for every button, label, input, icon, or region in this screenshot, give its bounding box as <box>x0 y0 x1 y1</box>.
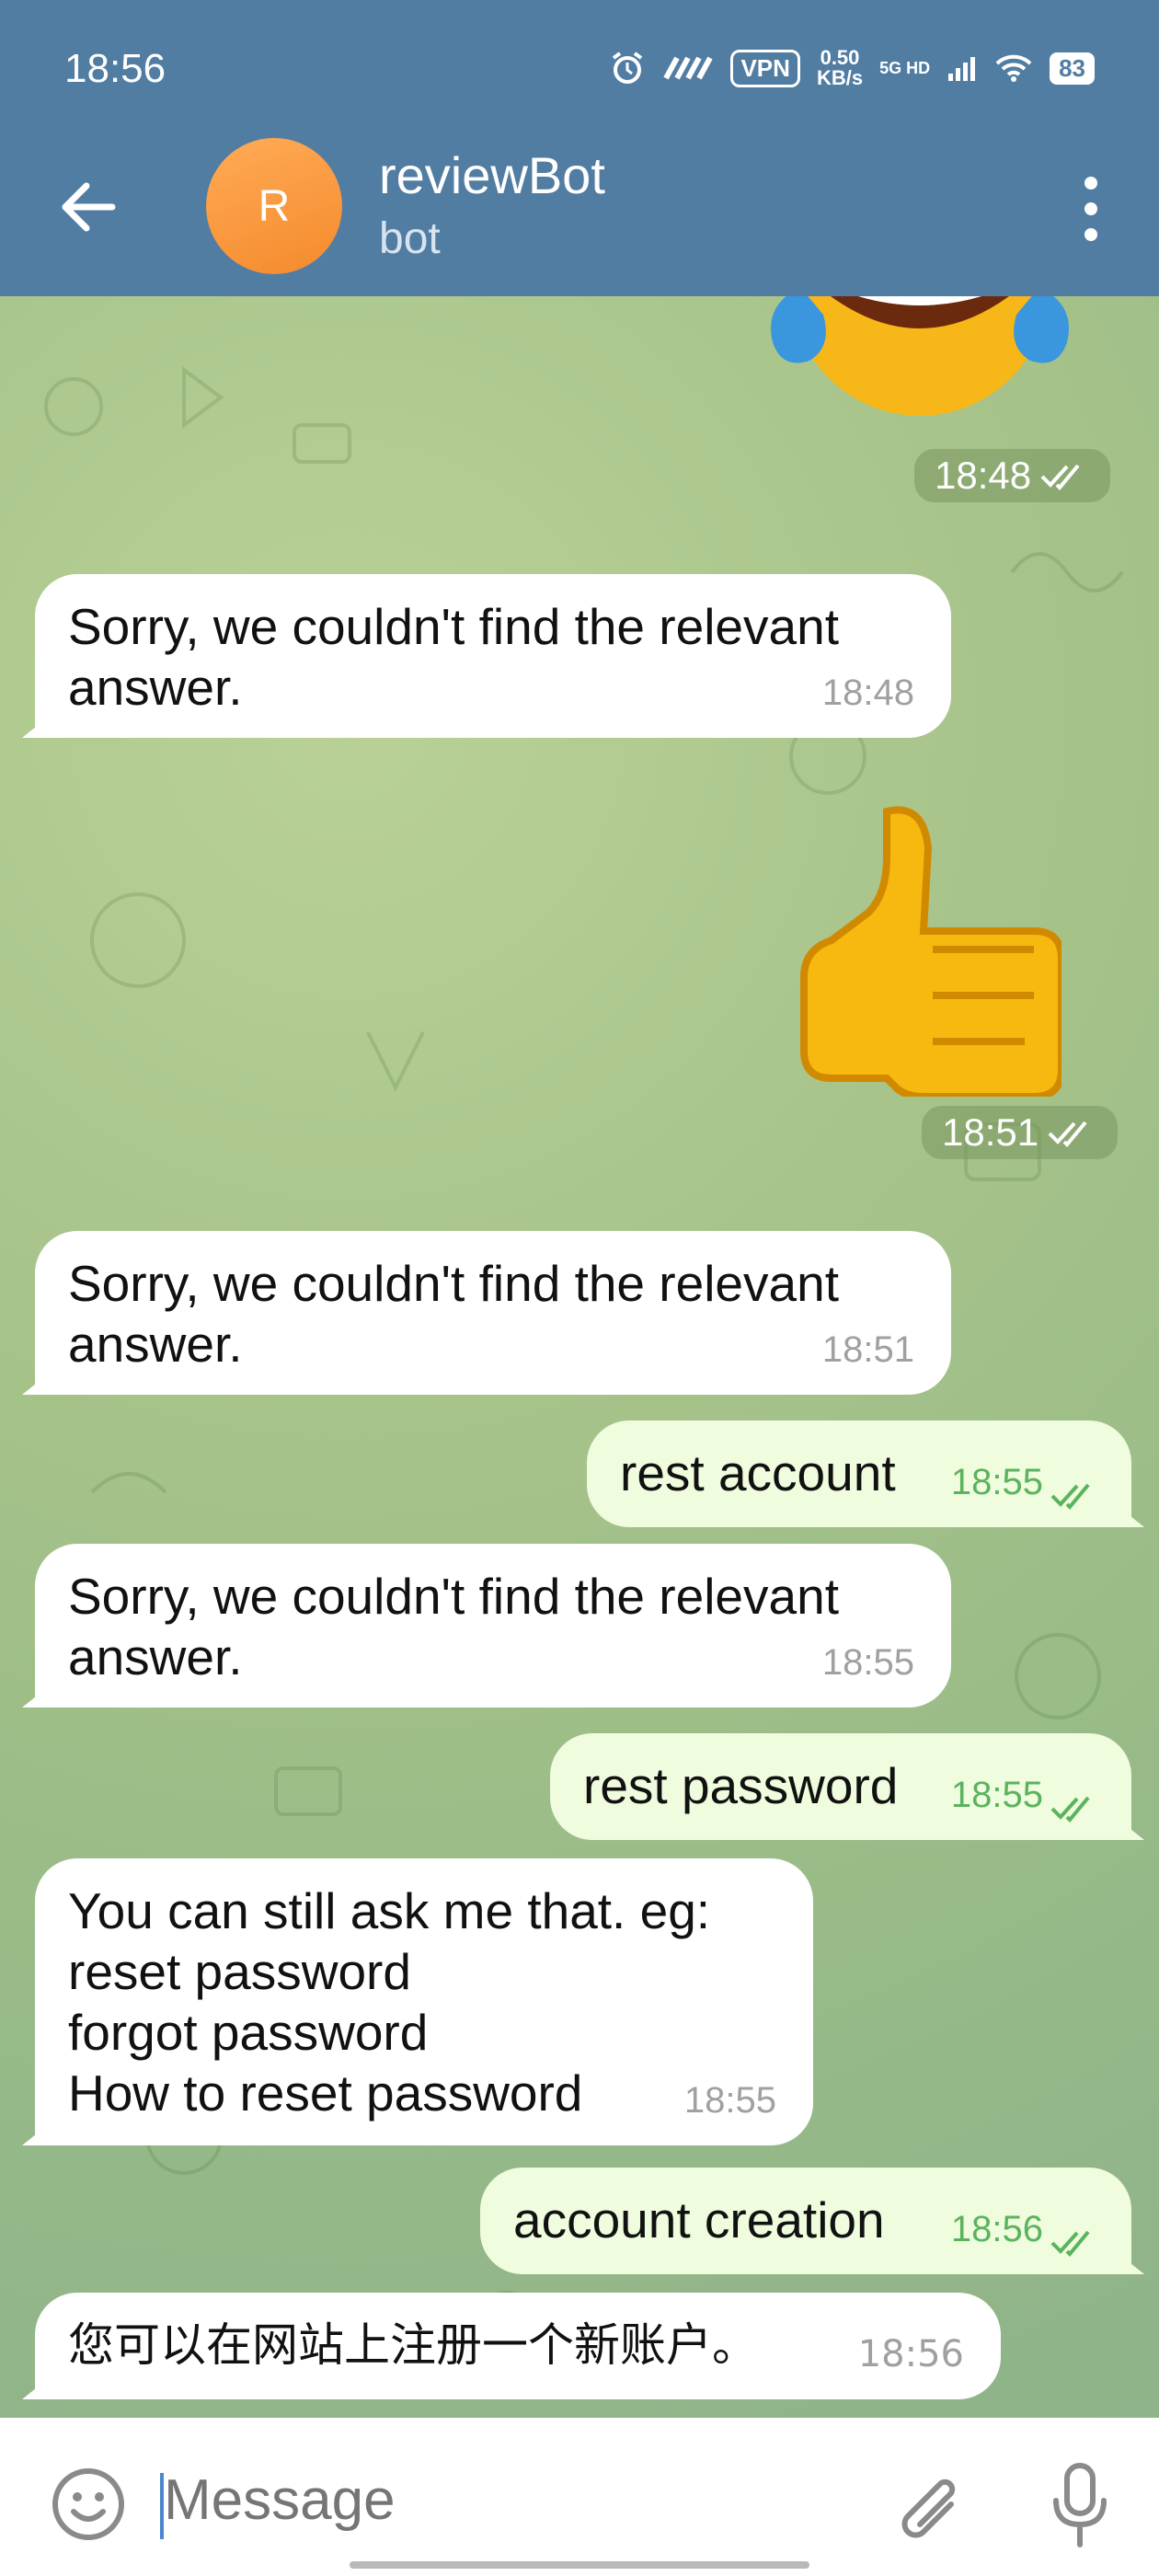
network-type: 5G HD <box>879 58 931 77</box>
sticker-thumbs-up[interactable] <box>776 793 1065 1100</box>
network-speed: 0.50 KB/s <box>816 46 864 89</box>
signal-icon <box>948 57 976 81</box>
microphone-icon[interactable] <box>1047 2460 1113 2552</box>
more-options-icon[interactable] <box>1073 177 1109 241</box>
chat-header: 18:56 VPN 0.50 KB/s 5G HD 83 R reviewBot… <box>0 0 1159 296</box>
vpn-badge: VPN <box>730 49 800 87</box>
double-check-icon <box>1050 2230 1090 2257</box>
outgoing-message[interactable]: rest password 18:55 <box>550 1733 1144 1840</box>
alarm-icon <box>613 52 643 84</box>
sticker-timestamp: 18:51 <box>922 1106 1119 1159</box>
carrier-icon <box>663 56 714 80</box>
thumbs-up-icon <box>800 806 1065 1100</box>
incoming-message[interactable]: 您可以在网站上注册一个新账户。 18:56 <box>22 2293 1001 2399</box>
double-check-icon <box>1050 1483 1090 1510</box>
sticker-timestamp: 18:48 <box>914 449 1111 502</box>
emoji-icon[interactable] <box>50 2466 127 2543</box>
double-check-icon <box>1040 464 1080 490</box>
status-icons: VPN 0.50 KB/s 5G HD 83 <box>609 48 1095 88</box>
chat-title[interactable]: reviewBot <box>379 145 605 205</box>
back-arrow-icon[interactable] <box>55 175 120 239</box>
battery-indicator: 83 <box>1050 52 1095 85</box>
wifi-icon <box>995 54 1032 82</box>
home-indicator[interactable] <box>350 2561 809 2569</box>
avatar[interactable]: R <box>206 138 342 274</box>
incoming-message[interactable]: You can still ask me that. eg: reset pas… <box>22 1858 813 2145</box>
status-time: 18:56 <box>64 46 166 91</box>
double-check-icon <box>1050 1796 1090 1823</box>
incoming-message[interactable]: Sorry, we couldn't find the relevant ans… <box>22 1231 951 1395</box>
message-composer <box>0 2418 1159 2576</box>
status-bar: 18:56 VPN 0.50 KB/s 5G HD 83 <box>0 0 1159 138</box>
sticker-laughing[interactable] <box>763 296 1076 425</box>
double-check-icon <box>1048 1121 1087 1147</box>
outgoing-message[interactable]: rest account 18:55 <box>587 1420 1144 1527</box>
incoming-message[interactable]: Sorry, we couldn't find the relevant ans… <box>22 574 951 738</box>
message-input[interactable] <box>164 2467 808 2533</box>
outgoing-message[interactable]: account creation 18:56 <box>480 2168 1144 2274</box>
laughing-emoji-icon <box>771 296 1069 416</box>
attach-icon[interactable] <box>892 2464 966 2547</box>
message-list[interactable]: 18:48 Sorry, we couldn't find the releva… <box>0 296 1159 2418</box>
chat-subtitle: bot <box>379 214 441 263</box>
incoming-message[interactable]: Sorry, we couldn't find the relevant ans… <box>22 1544 951 1708</box>
